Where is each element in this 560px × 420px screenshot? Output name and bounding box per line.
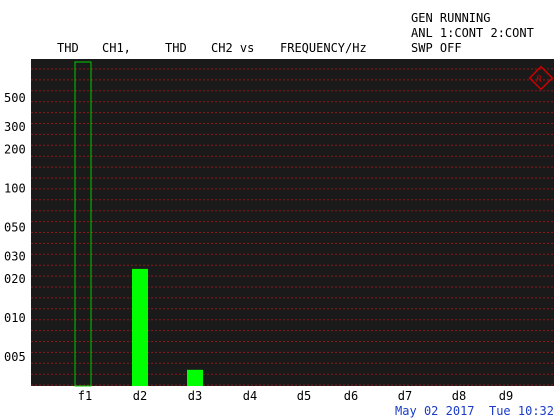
y-tick-label: 500 xyxy=(4,91,26,105)
x-tick-label-d9: d9 xyxy=(499,389,513,403)
y-tick-label: 050 xyxy=(4,221,26,235)
x-tick-label-d6: d6 xyxy=(344,389,358,403)
y-tick-label: 030 xyxy=(4,249,26,263)
y-tick-labels: 500 300 200 100 050 030 020 010 005 xyxy=(4,91,26,364)
bar-d2 xyxy=(132,268,148,386)
bar-d3 xyxy=(187,369,203,386)
x-tick-label-d7: d7 xyxy=(398,389,412,403)
x-tick-labels: f1 d2 d3 d4 d5 d6 d7 d8 d9 xyxy=(78,389,513,403)
x-tick-label-d3: d3 xyxy=(188,389,202,403)
y-tick-label: 010 xyxy=(4,311,26,325)
y-tick-label: 200 xyxy=(4,143,26,157)
x-tick-label-f1: f1 xyxy=(78,389,92,403)
plot-area xyxy=(31,59,554,386)
x-tick-label-d8: d8 xyxy=(452,389,466,403)
x-tick-label-d2: d2 xyxy=(133,389,147,403)
svg-text:R: R xyxy=(536,75,542,85)
x-tick-label-d5: d5 xyxy=(297,389,311,403)
y-tick-label: 005 xyxy=(4,350,26,364)
y-tick-label: 020 xyxy=(4,272,26,286)
y-tick-label: 100 xyxy=(4,182,26,196)
y-tick-label: 300 xyxy=(4,120,26,134)
footer-datetime: May 02 2017 Tue 10:32 xyxy=(395,404,554,418)
thd-chart: 500 300 200 100 050 030 020 010 005 f1 d2 d3 d4 d5 d6… xyxy=(4,59,554,403)
x-tick-label-d4: d4 xyxy=(243,389,257,403)
